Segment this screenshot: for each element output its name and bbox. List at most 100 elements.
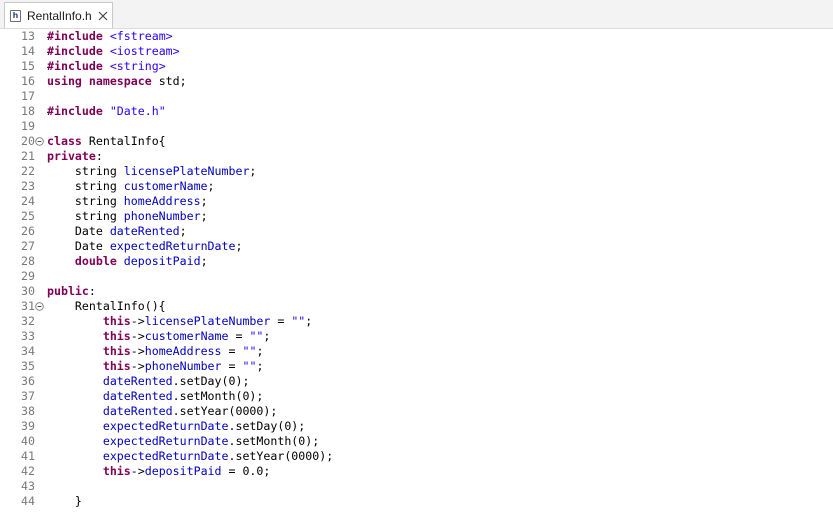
- line-number: 40: [21, 434, 35, 448]
- code-line[interactable]: 34 this->homeAddress = "";: [0, 344, 833, 359]
- code-line[interactable]: 44 }: [0, 494, 833, 509]
- code-line[interactable]: 29: [0, 269, 833, 284]
- code-line[interactable]: 14 #include <iostream>: [0, 44, 833, 59]
- code-text: #include <iostream>: [47, 44, 180, 58]
- code-text: }: [47, 494, 82, 508]
- line-number: 34: [21, 344, 35, 358]
- line-number: 43: [21, 479, 35, 493]
- code-text: this->depositPaid = 0.0;: [102, 464, 271, 478]
- code-text: string customerName;: [47, 179, 215, 193]
- line-number: 17: [21, 89, 35, 103]
- code-text: dateRented.setDay(0);: [102, 374, 250, 388]
- fold-toggle-icon[interactable]: [35, 302, 44, 311]
- code-line[interactable]: 26 Date dateRented;: [0, 224, 833, 239]
- line-number: 20: [21, 134, 35, 148]
- line-number: 29: [21, 269, 35, 283]
- code-text: RentalInfo(){: [47, 299, 166, 313]
- line-number: 37: [21, 389, 35, 403]
- line-number: 15: [21, 59, 35, 73]
- code-line[interactable]: 25 string phoneNumber;: [0, 209, 833, 224]
- tab-title: RentalInfo.h: [27, 9, 92, 23]
- code-text: private:: [47, 149, 103, 163]
- code-line[interactable]: 17: [0, 89, 833, 104]
- line-number: 25: [21, 209, 35, 223]
- line-number: 41: [21, 449, 35, 463]
- editor-tab-bar: h RentalInfo.h: [0, 0, 833, 29]
- code-line[interactable]: 19: [0, 119, 833, 134]
- code-line[interactable]: 39 expectedReturnDate.setDay(0);: [0, 419, 833, 434]
- code-editor[interactable]: 13 #include <fstream> 14 #include <iostream…: [0, 29, 833, 513]
- code-line[interactable]: 31 RentalInfo(){: [0, 299, 833, 314]
- code-line[interactable]: 23 string customerName;: [0, 179, 833, 194]
- code-text: expectedReturnDate.setMonth(0);: [102, 434, 320, 448]
- code-line[interactable]: 36 dateRented.setDay(0);: [0, 374, 833, 389]
- line-number: 26: [21, 224, 35, 238]
- header-file-icon: h: [10, 10, 21, 22]
- code-line[interactable]: 24 string homeAddress;: [0, 194, 833, 209]
- code-line[interactable]: 16 using namespace std;: [0, 74, 833, 89]
- code-text: Date expectedReturnDate;: [47, 239, 243, 253]
- code-line[interactable]: 22 string licensePlateNumber;: [0, 164, 833, 179]
- line-number: 44: [21, 494, 35, 508]
- close-icon[interactable]: [98, 11, 108, 21]
- line-number: 30: [21, 284, 35, 298]
- code-line[interactable]: 18 #include "Date.h": [0, 104, 833, 119]
- line-number: 35: [21, 359, 35, 373]
- code-text: expectedReturnDate.setYear(0000);: [102, 449, 334, 463]
- code-line[interactable]: 35 this->phoneNumber = "";: [0, 359, 833, 374]
- code-line[interactable]: 37 dateRented.setMonth(0);: [0, 389, 833, 404]
- code-text: expectedReturnDate.setDay(0);: [102, 419, 306, 433]
- line-number: 38: [21, 404, 35, 418]
- code-line[interactable]: 13 #include <fstream>: [0, 29, 833, 44]
- line-number: 13: [21, 29, 35, 43]
- line-number: 33: [21, 329, 35, 343]
- code-line[interactable]: 30 public:: [0, 284, 833, 299]
- line-number: 22: [21, 164, 35, 178]
- code-line[interactable]: 43: [0, 479, 833, 494]
- line-number: 28: [21, 254, 35, 268]
- code-line[interactable]: 27 Date expectedReturnDate;: [0, 239, 833, 254]
- code-text: string licensePlateNumber;: [47, 164, 257, 178]
- line-number: 16: [21, 74, 35, 88]
- code-text: dateRented.setMonth(0);: [102, 389, 264, 403]
- line-number: 14: [21, 44, 35, 58]
- line-number: 23: [21, 179, 35, 193]
- code-text: this->licensePlateNumber = "";: [102, 314, 313, 328]
- code-text: this->customerName = "";: [102, 329, 271, 343]
- code-text: string homeAddress;: [47, 194, 208, 208]
- line-number: 18: [21, 104, 35, 118]
- line-number: 24: [21, 194, 35, 208]
- code-line[interactable]: 40 expectedReturnDate.setMonth(0);: [0, 434, 833, 449]
- code-line[interactable]: 38 dateRented.setYear(0000);: [0, 404, 833, 419]
- line-number: 36: [21, 374, 35, 388]
- line-number: 39: [21, 419, 35, 433]
- code-line[interactable]: 42 this->depositPaid = 0.0;: [0, 464, 833, 479]
- code-line[interactable]: 33 this->customerName = "";: [0, 329, 833, 344]
- line-number: 31: [21, 299, 35, 313]
- code-line[interactable]: 32 this->licensePlateNumber = "";: [0, 314, 833, 329]
- line-number: 21: [21, 149, 35, 163]
- line-number: 19: [21, 119, 35, 133]
- code-line[interactable]: 41 expectedReturnDate.setYear(0000);: [0, 449, 833, 464]
- line-number: 42: [21, 464, 35, 478]
- code-line[interactable]: 21 private:: [0, 149, 833, 164]
- line-number: 32: [21, 314, 35, 328]
- code-text: class RentalInfo{: [47, 134, 166, 148]
- code-text: this->homeAddress = "";: [102, 344, 264, 358]
- code-text: using namespace std;: [47, 74, 187, 88]
- code-line[interactable]: 20 class RentalInfo{: [0, 134, 833, 149]
- line-number: 27: [21, 239, 35, 253]
- code-text: this->phoneNumber = "";: [102, 359, 264, 373]
- code-text: #include <string>: [47, 59, 166, 73]
- code-text: #include <fstream>: [47, 29, 173, 43]
- code-text: double depositPaid;: [74, 254, 208, 268]
- code-text: #include "Date.h": [47, 104, 166, 118]
- tab-rentalinfo-h[interactable]: h RentalInfo.h: [4, 2, 113, 28]
- code-text: dateRented.setYear(0000);: [102, 404, 278, 418]
- fold-toggle-icon[interactable]: [35, 137, 44, 146]
- code-text: string phoneNumber;: [47, 209, 208, 223]
- code-line[interactable]: 28 double depositPaid;: [0, 254, 833, 269]
- code-text: Date dateRented;: [47, 224, 187, 238]
- code-line[interactable]: 15 #include <string>: [0, 59, 833, 74]
- code-text: public:: [47, 284, 96, 298]
